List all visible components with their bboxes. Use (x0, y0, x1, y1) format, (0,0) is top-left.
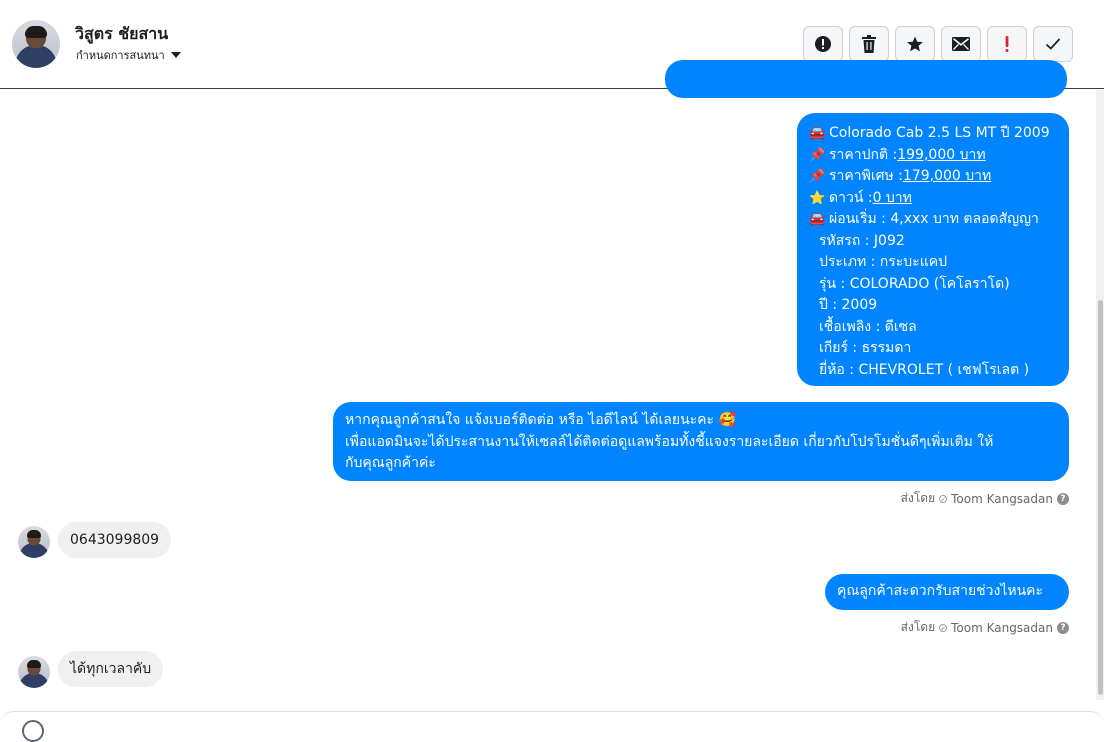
sender-name: Toom Kangsadan (951, 491, 1053, 506)
price-special-label: ราคาพิเศษ : (829, 168, 903, 184)
pitch-line-2: เพื่อแอดมินจะได้ประสานงานให้เซลล์ได้ติดต… (345, 433, 994, 450)
product-title: Colorado Cab 2.5 LS MT ปี 2009 (829, 125, 1050, 141)
code-line: รหัสรถ : J092 (809, 231, 1057, 253)
down-line: ⭐ ดาวน์ : 0 บาท (809, 188, 1057, 210)
car-icon: 🚘 (809, 126, 826, 141)
mark-unread-button[interactable] (941, 26, 981, 62)
pitch-line-1: หากคุณลูกค้าสนใจ แจ้งเบอร์ติดต่อ หรือ ไอ… (345, 412, 736, 428)
product-code: รหัสรถ : J092 (819, 232, 905, 249)
sent-by-label: ส่งโดย (900, 620, 936, 634)
incoming-reply-text: ได้ทุกเวลาคับ (70, 661, 152, 677)
done-button[interactable] (1033, 26, 1073, 62)
ask-time-text: คุณลูกค้าสะดวกรับสายช่วงไหนคะ (837, 583, 1044, 599)
year-line: ปี : 2009 (809, 295, 1057, 317)
car-icon: 🚘 (809, 212, 826, 227)
contact-avatar[interactable] (12, 20, 60, 68)
delete-button[interactable] (849, 26, 889, 62)
product-title-line: 🚘 Colorado Cab 2.5 LS MT ปี 2009 (809, 123, 1057, 145)
help-icon[interactable]: ? (1057, 621, 1069, 634)
envelope-icon (952, 37, 970, 51)
sender-name: Toom Kangsadan (951, 620, 1053, 635)
price-normal-line: 📌 ราคาปกติ : 199,000 บาท (809, 145, 1057, 167)
product-model: รุ่น : COLORADO (โคโลราโด) (819, 275, 1010, 292)
incoming-phone-text: 0643099809 (70, 532, 160, 548)
outgoing-ask-message: คุณลูกค้าสะดวกรับสายช่วงไหนคะ (825, 574, 1069, 610)
price-normal-value[interactable]: 199,000 บาท (897, 145, 985, 167)
price-special-line: 📌 ราคาพิเศษ : 179,000 บาท (809, 166, 1057, 188)
composer-emoji-icon[interactable] (22, 720, 44, 742)
fuel-line: เชื้อเพลิง : ดีเซล (809, 317, 1057, 339)
sent-by-label: ส่งโดย (900, 491, 936, 505)
exclamation-icon (1005, 36, 1009, 52)
assign-conversation-dropdown[interactable]: กำหนดการสนทนา (76, 46, 181, 64)
installment-text: ผ่อนเริ่ม : 4,xxx บาท ตลอดสัญญา (829, 211, 1039, 227)
product-fuel: เชื้อเพลิง : ดีเซล (819, 318, 917, 335)
caret-down-icon (170, 52, 181, 58)
checkmark-icon (1045, 38, 1061, 50)
disabled-icon (939, 623, 948, 632)
conversation-toolbar (803, 26, 1073, 62)
outgoing-pitch-message: หากคุณลูกค้าสนใจ แจ้งเบอร์ติดต่อ หรือ ไอ… (333, 402, 1069, 481)
incoming-message: ได้ทุกเวลาคับ (58, 651, 164, 687)
star-icon (907, 36, 923, 52)
pin-icon: 📌 (809, 169, 826, 184)
price-normal-label: ราคาปกติ : (829, 146, 898, 163)
disabled-icon (939, 494, 948, 503)
pin-icon: 📌 (809, 147, 826, 163)
contact-avatar-small[interactable] (18, 526, 50, 558)
trash-icon (862, 35, 876, 53)
product-year: ปี : 2009 (819, 297, 878, 313)
assign-label: กำหนดการสนทนา (76, 49, 165, 62)
model-line: รุ่น : COLORADO (โคโลราโด) (809, 274, 1057, 296)
incoming-message: 0643099809 (58, 522, 172, 558)
spam-button[interactable] (803, 26, 843, 62)
outgoing-product-message: 🚘 Colorado Cab 2.5 LS MT ปี 2009 📌 ราคาป… (797, 113, 1069, 386)
product-brand: ยี่ห้อ : CHEVROLET ( เชฟโรเลต ) (819, 361, 1030, 378)
message-composer[interactable] (0, 711, 1104, 741)
sent-by-info: ส่งโดย Toom Kangsadan ? (901, 618, 1069, 637)
brand-line: ยี่ห้อ : CHEVROLET ( เชฟโรเลต ) (809, 360, 1057, 382)
installment-line: 🚘 ผ่อนเริ่ม : 4,xxx บาท ตลอดสัญญา (809, 209, 1057, 231)
star-button[interactable] (895, 26, 935, 62)
important-button[interactable] (987, 26, 1027, 62)
scrollbar-thumb[interactable] (1098, 300, 1103, 695)
alert-circle-icon (815, 36, 831, 52)
down-value[interactable]: 0 บาท (873, 188, 912, 210)
outgoing-message-cut (665, 60, 1067, 98)
gear-line: เกียร์ : ธรรมดา (809, 338, 1057, 360)
product-type: ประเภท : กระบะแคป (819, 254, 947, 270)
sent-by-info: ส่งโดย Toom Kangsadan ? (901, 489, 1069, 508)
contact-avatar-small[interactable] (18, 656, 50, 688)
contact-name[interactable]: วิสูตร ชัยสาน (75, 22, 168, 47)
pitch-line-3: กับคุณลูกค้าค่ะ (345, 455, 436, 471)
type-line: ประเภท : กระบะแคป (809, 252, 1057, 274)
down-label: ดาวน์ : (829, 189, 873, 206)
price-special-value[interactable]: 179,000 บาท (903, 166, 991, 188)
star-emoji-icon: ⭐ (809, 190, 826, 206)
help-icon[interactable]: ? (1057, 492, 1069, 505)
product-gear: เกียร์ : ธรรมดา (819, 340, 912, 356)
